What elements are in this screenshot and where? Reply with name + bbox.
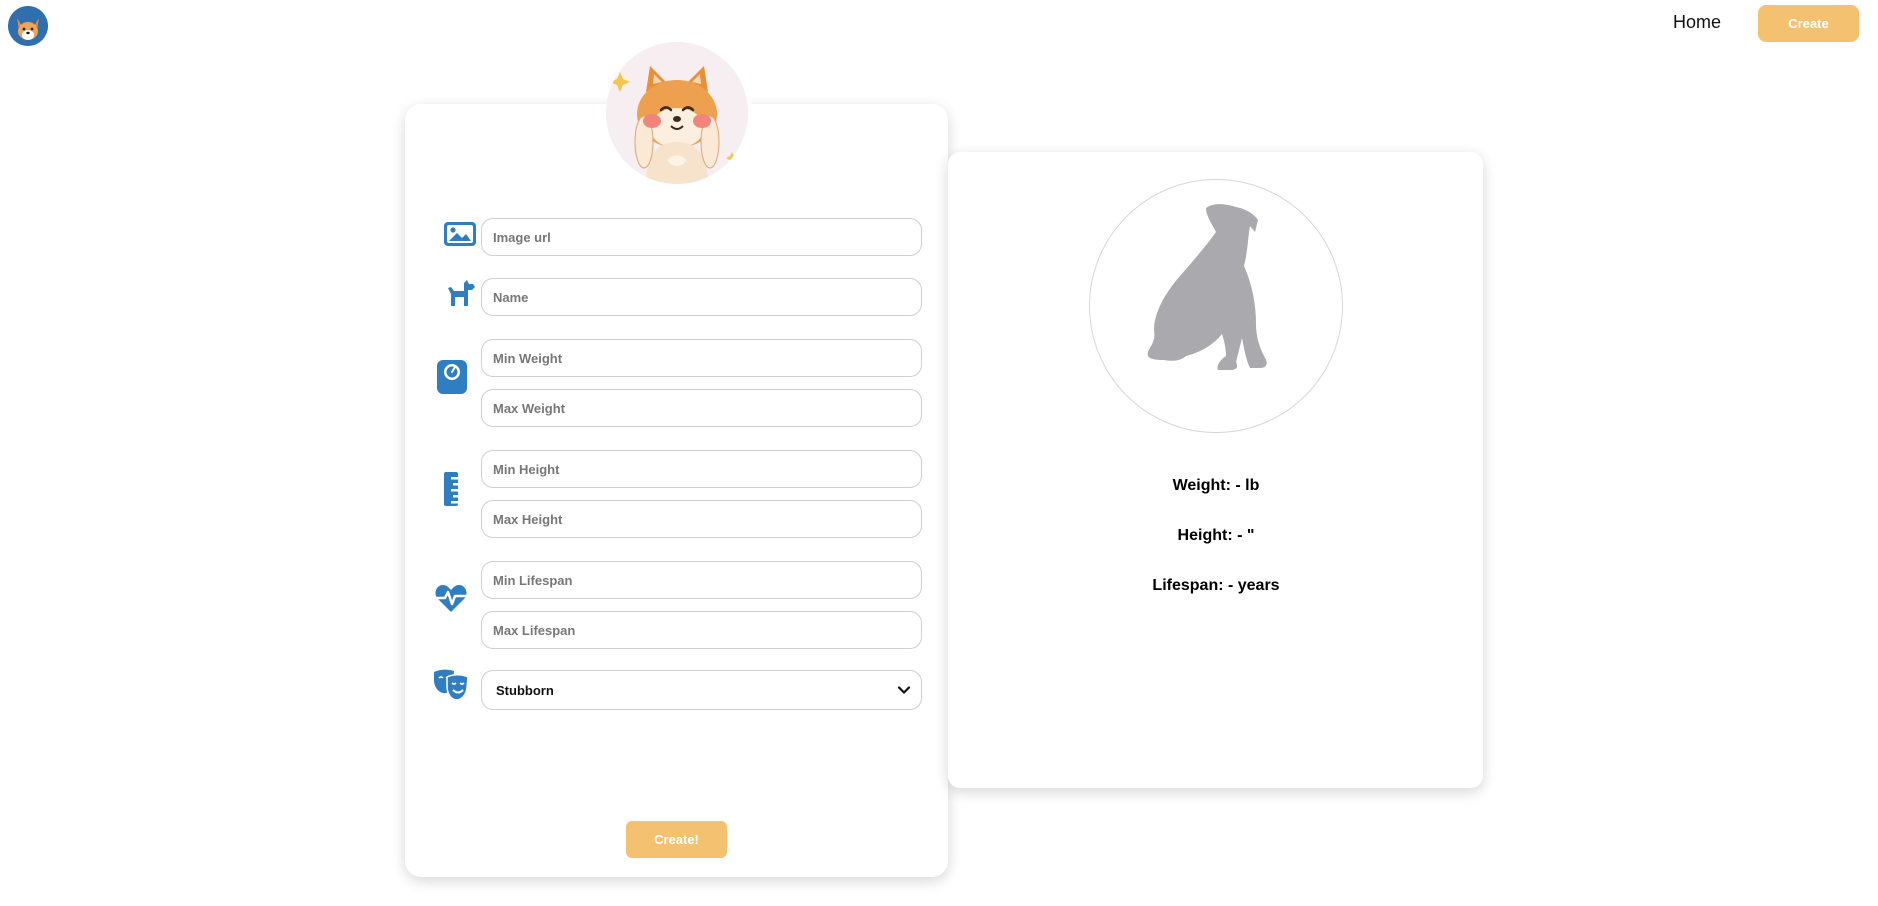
ruler-icon (440, 472, 462, 506)
name-input[interactable] (481, 278, 922, 316)
nav-create-button[interactable]: Create (1758, 5, 1859, 42)
heartbeat-icon (434, 581, 468, 615)
min-weight-input[interactable] (481, 339, 922, 377)
lifespan-stat: Lifespan: - years (1152, 577, 1280, 594)
image-url-input[interactable] (481, 218, 922, 256)
weight-stat: Weight: - lb (1172, 477, 1260, 494)
temperament-selected-value: Stubborn (496, 682, 554, 698)
max-weight-input[interactable] (481, 389, 922, 427)
chevron-down-icon (897, 686, 911, 694)
max-height-input[interactable] (481, 500, 922, 538)
min-lifespan-input[interactable] (481, 561, 922, 599)
nav-home-link[interactable]: Home (1673, 10, 1721, 34)
create-submit-button[interactable]: Create! (626, 821, 727, 858)
dog-silhouette (1089, 179, 1343, 433)
temperament-select[interactable]: Stubborn (481, 670, 922, 710)
min-height-input[interactable] (481, 450, 922, 488)
shiba-inu-avatar (606, 42, 748, 184)
height-stat: Height: - " (1177, 527, 1255, 544)
theater-masks-icon (432, 668, 470, 702)
max-lifespan-input[interactable] (481, 611, 922, 649)
weight-scale-icon (435, 358, 469, 396)
corgi-logo-icon[interactable] (8, 6, 48, 46)
dog-icon (443, 277, 477, 311)
image-icon (443, 217, 477, 251)
